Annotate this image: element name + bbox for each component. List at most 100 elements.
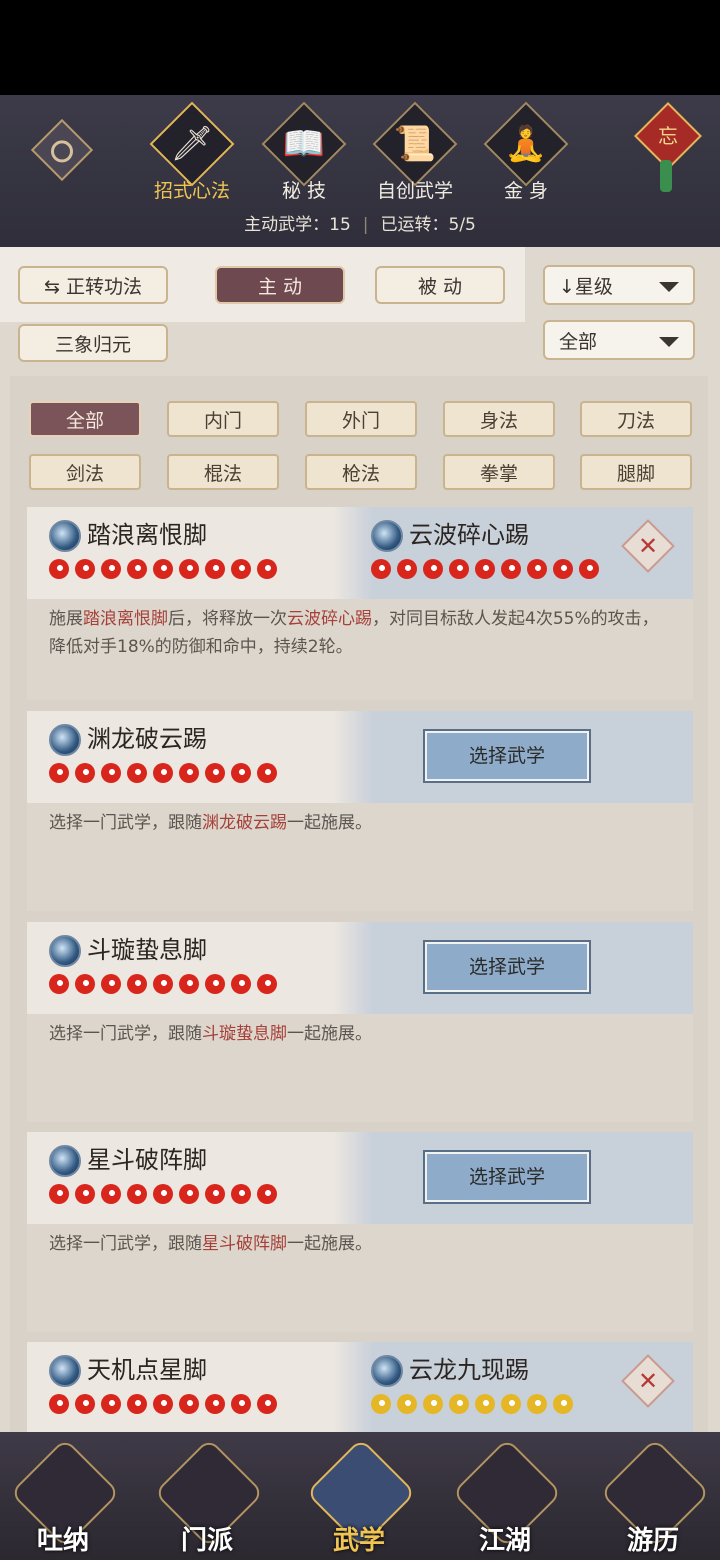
skill-stars [49,1184,283,1206]
flame-icon [75,974,95,994]
skill-card: 星斗破阵脚 选择武学 选择一门武学，跟随星斗破阵脚一起施展。 [27,1132,693,1332]
partner-skill-name: 云龙九现踢 [371,1350,529,1387]
flame-icon [449,559,469,579]
category-tab[interactable]: 身法 [443,401,555,437]
close-icon: ✕ [637,532,659,560]
tassel-decoration [660,160,672,192]
choose-skill-button[interactable]: 选择武学 [425,731,589,781]
skill-name-text: 云波碎心踢 [409,521,529,549]
nav-martial-arts[interactable]: 武学 [304,1432,417,1560]
passive-filter-button[interactable]: 被 动 [375,266,505,304]
nav-breathing[interactable]: 吐纳 [8,1432,121,1560]
forward-skill-button[interactable]: ⇆ 正转功法 [18,266,168,304]
flame-icon [179,1184,199,1204]
flame-icon [49,974,69,994]
flame-icon [75,763,95,783]
partner-skill-stars [371,1394,579,1416]
kick-skill-icon [49,1145,81,1177]
flame-icon [423,1394,443,1414]
nav-sect[interactable]: 门派 [152,1432,265,1560]
tab-custom-martial-arts[interactable]: 📜 自创武学 [372,101,458,218]
flame-icon [127,1394,147,1414]
tab-secret-skills[interactable]: 📖 秘 技 [261,101,347,218]
skill-name-text: 斗璇蛰息脚 [87,936,207,964]
bottom-nav: 吐纳 门派 武学 江湖 游历 [0,1432,720,1560]
category-tab[interactable]: 拳掌 [443,454,555,490]
chevron-down-icon [659,282,679,292]
tab-golden-body[interactable]: 🧘 金 身 [483,101,569,218]
flame-icon [75,1184,95,1204]
tab-label: 金 身 [503,180,549,202]
flame-icon [179,1394,199,1414]
partner-skill-stars [371,559,605,581]
flame-icon [475,559,495,579]
skill-card: 斗璇蛰息脚 选择武学 选择一门武学，跟随斗璇蛰息脚一起施展。 [27,922,693,1122]
flame-icon [101,559,121,579]
merge-button[interactable]: 三象归元 [18,324,168,362]
category-tab[interactable]: 腿脚 [580,454,692,490]
highlighted-skill-name: 渊龙破云踢 [202,813,287,833]
skill-card: 踏浪离恨脚 云波碎心踢 ✕ 施展踏浪离恨脚后，将释放一次云波碎心踢，对同目标敌人发起4… [27,507,693,700]
choose-skill-button[interactable]: 选择武学 [425,1152,589,1202]
flame-icon [371,559,391,579]
flame-icon [553,559,573,579]
flame-icon [153,1184,173,1204]
flame-icon [257,974,277,994]
category-tab[interactable]: 棍法 [167,454,279,490]
skill-name: 星斗破阵脚 [49,1140,207,1177]
skill-description: 选择一门武学，跟随渊龙破云踢一起施展。 [49,809,669,837]
skill-name: 天机点星脚 [49,1350,207,1387]
tab-moves[interactable]: 🗡 招式心法 [149,101,235,218]
flame-icon [127,974,147,994]
flame-icon [179,763,199,783]
flame-icon [231,763,251,783]
sort-arrow-icon: ↓ [559,276,575,298]
flame-icon [257,1184,277,1204]
flame-icon [501,559,521,579]
category-tab[interactable]: 刀法 [580,401,692,437]
category-tab[interactable]: 全部 [29,401,141,437]
skill-stars [49,559,283,581]
skill-name-text: 渊龙破云踢 [87,725,207,753]
skill-stats: 主动武学：15 | 已运转：5/5 [0,210,720,235]
active-count: 主动武学：15 [244,215,351,235]
sword-icon: 🗡 [170,124,214,164]
eye-icon [51,140,73,163]
highlighted-skill-name: 踏浪离恨脚 [83,609,168,629]
description-text: 后，将释放一次 [168,609,287,629]
flame-icon [205,559,225,579]
tab-label: 招式心法 [153,180,230,202]
book-icon: 📖 [282,124,326,164]
category-tab[interactable]: 剑法 [29,454,141,490]
flame-icon [153,763,173,783]
flame-icon [231,974,251,994]
nav-jianghu[interactable]: 江湖 [450,1432,563,1560]
skill-name: 踏浪离恨脚 [49,515,207,552]
sort-dropdown[interactable]: ↓星级 [543,265,695,305]
description-text: 一起施展。 [287,1234,372,1254]
flame-icon [179,559,199,579]
flame-icon [501,1394,521,1414]
category-tab[interactable]: 枪法 [305,454,417,490]
active-filter-button[interactable]: 主 动 [215,266,345,304]
category-tab[interactable]: 内门 [167,401,279,437]
flame-icon [75,559,95,579]
flame-icon [553,1394,573,1414]
category-tab[interactable]: 外门 [305,401,417,437]
filter-dropdown[interactable]: 全部 [543,320,695,360]
choose-skill-button[interactable]: 选择武学 [425,942,589,992]
scroll-icon: 📜 [393,124,437,164]
nav-travel[interactable]: 游历 [598,1432,711,1560]
flame-icon [179,974,199,994]
kick-skill-icon [371,1355,403,1387]
flame-icon [101,763,121,783]
kick-skill-icon [371,520,403,552]
chevron-down-icon [659,337,679,347]
flame-icon [397,559,417,579]
flame-icon [153,559,173,579]
skill-name-text: 星斗破阵脚 [87,1146,207,1174]
description-text: 选择一门武学，跟随 [49,1234,202,1254]
skill-name-text: 踏浪离恨脚 [87,521,207,549]
skill-card: 天机点星脚 云龙九现踢 ✕ [27,1342,693,1434]
kick-skill-icon [49,520,81,552]
